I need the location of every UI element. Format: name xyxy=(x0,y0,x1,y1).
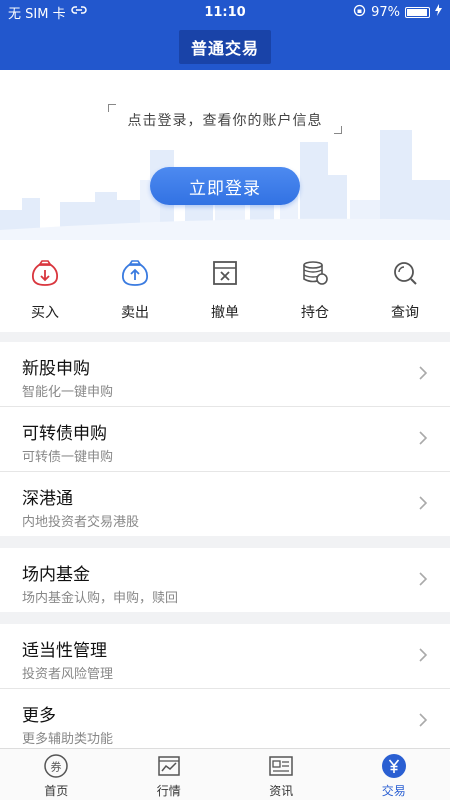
tab-label: 首页 xyxy=(44,784,69,798)
quick-actions: 买入 卖出 撤单 持仓 查询 xyxy=(0,240,450,332)
market-chart-icon xyxy=(156,753,182,779)
chevron-right-icon xyxy=(419,572,428,586)
menu-item-title: 更多 xyxy=(22,706,56,726)
charging-icon xyxy=(435,4,443,20)
carrier-label: 无 SIM 卡 xyxy=(8,6,66,22)
trade-yen-icon xyxy=(381,753,407,779)
quick-action-label: 买入 xyxy=(31,305,59,321)
login-tip-text: 点击登录，查看你的账户信息 xyxy=(127,113,323,129)
menu-item-subtitle: 更多辅助类功能 xyxy=(22,732,114,747)
tab-trade[interactable]: 交易 xyxy=(338,749,450,800)
menu-item-subtitle: 内地投资者交易港股 xyxy=(22,515,140,530)
clock: 11:10 xyxy=(204,4,246,20)
login-button[interactable]: 立即登录 xyxy=(150,167,300,205)
chevron-right-icon xyxy=(419,496,428,510)
link-icon xyxy=(70,4,87,20)
menu-item-shenzhen-hk-connect[interactable]: 深港通 内地投资者交易港股 xyxy=(0,472,450,536)
menu-item-title: 新股申购 xyxy=(22,359,90,379)
menu-item-title: 适当性管理 xyxy=(22,641,107,661)
quick-action-label: 卖出 xyxy=(121,305,149,321)
tab-label: 交易 xyxy=(381,784,406,798)
news-icon xyxy=(268,753,294,779)
quick-action-cancel-order[interactable]: 撤单 xyxy=(180,240,270,332)
quick-action-label: 持仓 xyxy=(301,305,329,321)
chevron-right-icon xyxy=(419,648,428,662)
chevron-right-icon xyxy=(419,713,428,727)
holdings-icon xyxy=(299,257,331,289)
query-icon xyxy=(389,257,421,289)
menu-item-ipo[interactable]: 新股申购 智能化一键申购 xyxy=(0,342,450,406)
battery-icon xyxy=(405,6,431,18)
menu-item-subtitle: 场内基金认购，申购，赎回 xyxy=(22,591,179,606)
chevron-right-icon xyxy=(419,366,428,380)
bottom-tab-bar: 券 首页 行情 资讯 交易 xyxy=(0,748,450,800)
quick-action-label: 撤单 xyxy=(211,305,239,321)
tab-news[interactable]: 资讯 xyxy=(225,749,338,800)
page-title: 普通交易 xyxy=(178,30,271,64)
menu-item-suitability[interactable]: 适当性管理 投资者风险管理 xyxy=(0,624,450,688)
quick-action-label: 查询 xyxy=(391,305,419,321)
menu-item-subtitle: 投资者风险管理 xyxy=(22,667,114,682)
sell-icon xyxy=(119,257,151,289)
menu-item-exchange-fund[interactable]: 场内基金 场内基金认购，申购，赎回 xyxy=(0,548,450,612)
quick-action-sell[interactable]: 卖出 xyxy=(90,240,180,332)
menu-item-title: 场内基金 xyxy=(22,565,90,585)
menu-item-convertible-bond[interactable]: 可转债申购 可转债一键申购 xyxy=(0,407,450,471)
menu-item-more[interactable]: 更多 更多辅助类功能 xyxy=(0,689,450,753)
status-bar: 无 SIM 卡 11:10 97% xyxy=(0,0,450,24)
tab-market[interactable]: 行情 xyxy=(113,749,226,800)
quick-action-holdings[interactable]: 持仓 xyxy=(270,240,360,332)
rotation-lock-icon xyxy=(353,4,366,21)
tab-label: 资讯 xyxy=(269,784,294,798)
buy-icon xyxy=(29,257,61,289)
tab-home[interactable]: 券 首页 xyxy=(0,749,113,800)
battery-percent: 97% xyxy=(371,4,401,20)
quick-action-buy[interactable]: 买入 xyxy=(0,240,90,332)
quick-action-query[interactable]: 查询 xyxy=(360,240,450,332)
menu-item-subtitle: 智能化一键申购 xyxy=(22,385,114,400)
svg-text:券: 券 xyxy=(51,760,62,774)
login-banner: 点击登录，查看你的账户信息 立即登录 xyxy=(0,70,450,240)
chevron-right-icon xyxy=(419,431,428,445)
menu-item-title: 可转债申购 xyxy=(22,424,107,444)
city-skyline-illustration xyxy=(0,130,450,240)
menu-item-title: 深港通 xyxy=(22,489,73,509)
app-header: 无 SIM 卡 11:10 97% 普通交易 xyxy=(0,0,450,70)
menu-item-subtitle: 可转债一键申购 xyxy=(22,450,114,465)
tab-label: 行情 xyxy=(156,784,181,798)
home-coupon-icon: 券 xyxy=(43,753,69,779)
cancel-order-icon xyxy=(209,257,241,289)
